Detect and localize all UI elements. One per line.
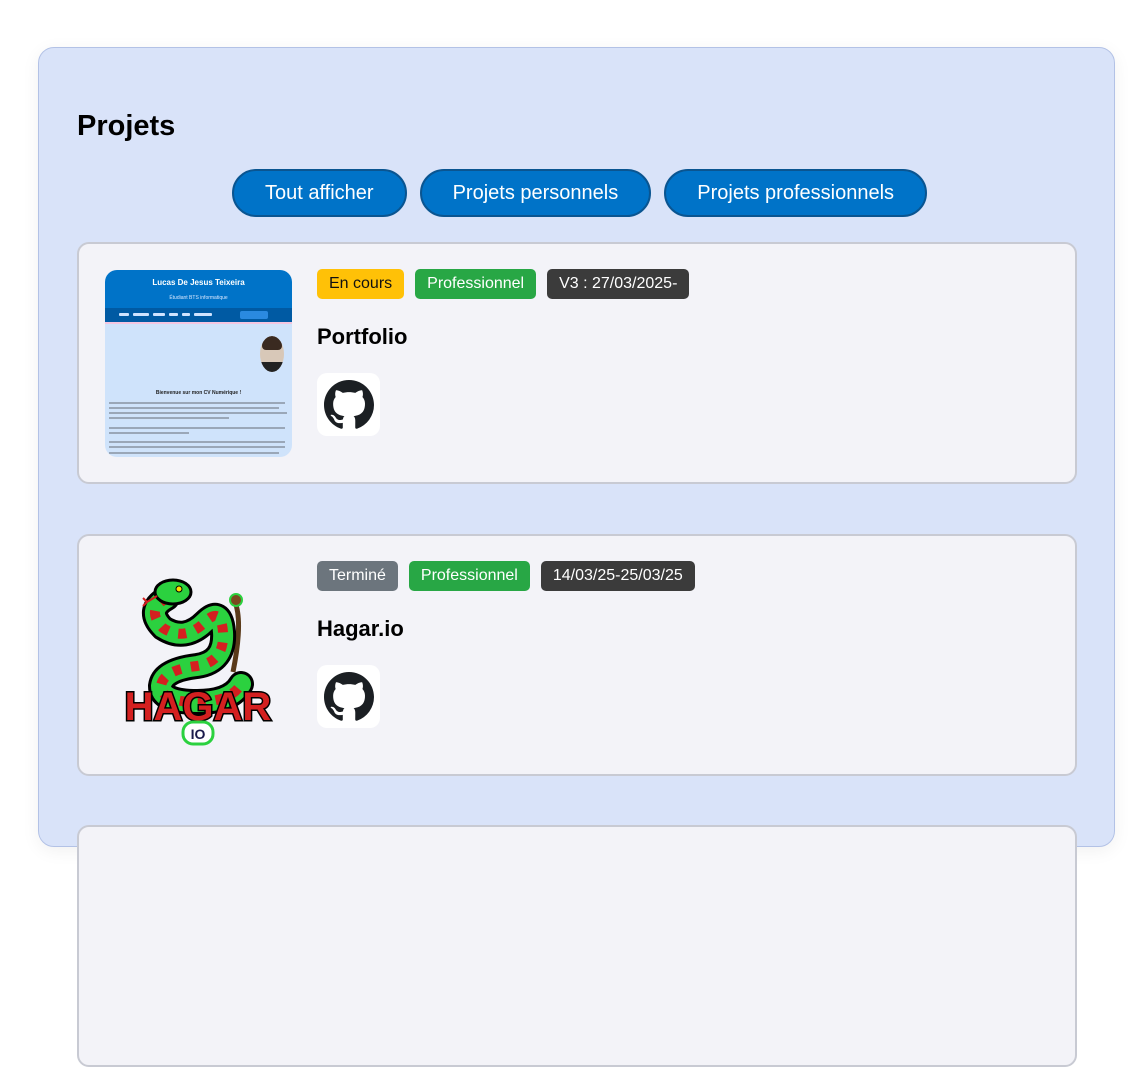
type-badge: Professionnel bbox=[408, 561, 530, 591]
filter-bar: Tout afficher Projets personnels Projets… bbox=[232, 169, 928, 217]
project-title: Portfolio bbox=[317, 324, 408, 349]
portfolio-thumbnail: Lucas De Jesus Teixeira Étudiant BTS inf… bbox=[105, 270, 292, 457]
projects-panel: Projets Tout afficher Projets personnels… bbox=[38, 47, 1115, 1067]
snake-logo-icon: HAGAR IO bbox=[123, 578, 273, 746]
badge-list: En cours Professionnel V3 : 27/03/2025- bbox=[317, 269, 690, 299]
status-badge: Terminé bbox=[317, 561, 398, 591]
hagar-logo: HAGAR IO bbox=[105, 562, 292, 749]
thumbnail-subtitle: Étudiant BTS informatique bbox=[169, 295, 228, 301]
thumbnail-welcome: Bienvenue sur mon CV Numérique ! bbox=[155, 390, 242, 396]
project-card bbox=[77, 825, 1077, 1067]
project-title: Hagar.io bbox=[317, 616, 404, 641]
section-title: Projets bbox=[77, 110, 176, 142]
filter-professional-button[interactable]: Projets professionnels bbox=[664, 169, 928, 217]
project-card: Lucas De Jesus Teixeira Étudiant BTS inf… bbox=[77, 242, 1077, 484]
filter-personal-button[interactable]: Projets personnels bbox=[419, 169, 652, 217]
github-link[interactable] bbox=[317, 665, 380, 728]
date-badge: V3 : 27/03/2025- bbox=[547, 269, 690, 299]
status-badge: En cours bbox=[317, 269, 405, 299]
type-badge: Professionnel bbox=[415, 269, 537, 299]
badge-list: Terminé Professionnel 14/03/25-25/03/25 bbox=[317, 561, 695, 591]
filter-all-button[interactable]: Tout afficher bbox=[232, 169, 407, 217]
github-icon bbox=[323, 671, 374, 721]
project-card: HAGAR IO Terminé Professionnel 14/03/25-… bbox=[77, 534, 1077, 776]
logo-subtext: IO bbox=[191, 726, 206, 742]
thumbnail-name: Lucas De Jesus Teixeira bbox=[152, 278, 245, 287]
github-icon bbox=[323, 379, 374, 429]
avatar bbox=[260, 336, 284, 372]
github-link[interactable] bbox=[317, 373, 380, 436]
date-badge: 14/03/25-25/03/25 bbox=[540, 561, 695, 591]
